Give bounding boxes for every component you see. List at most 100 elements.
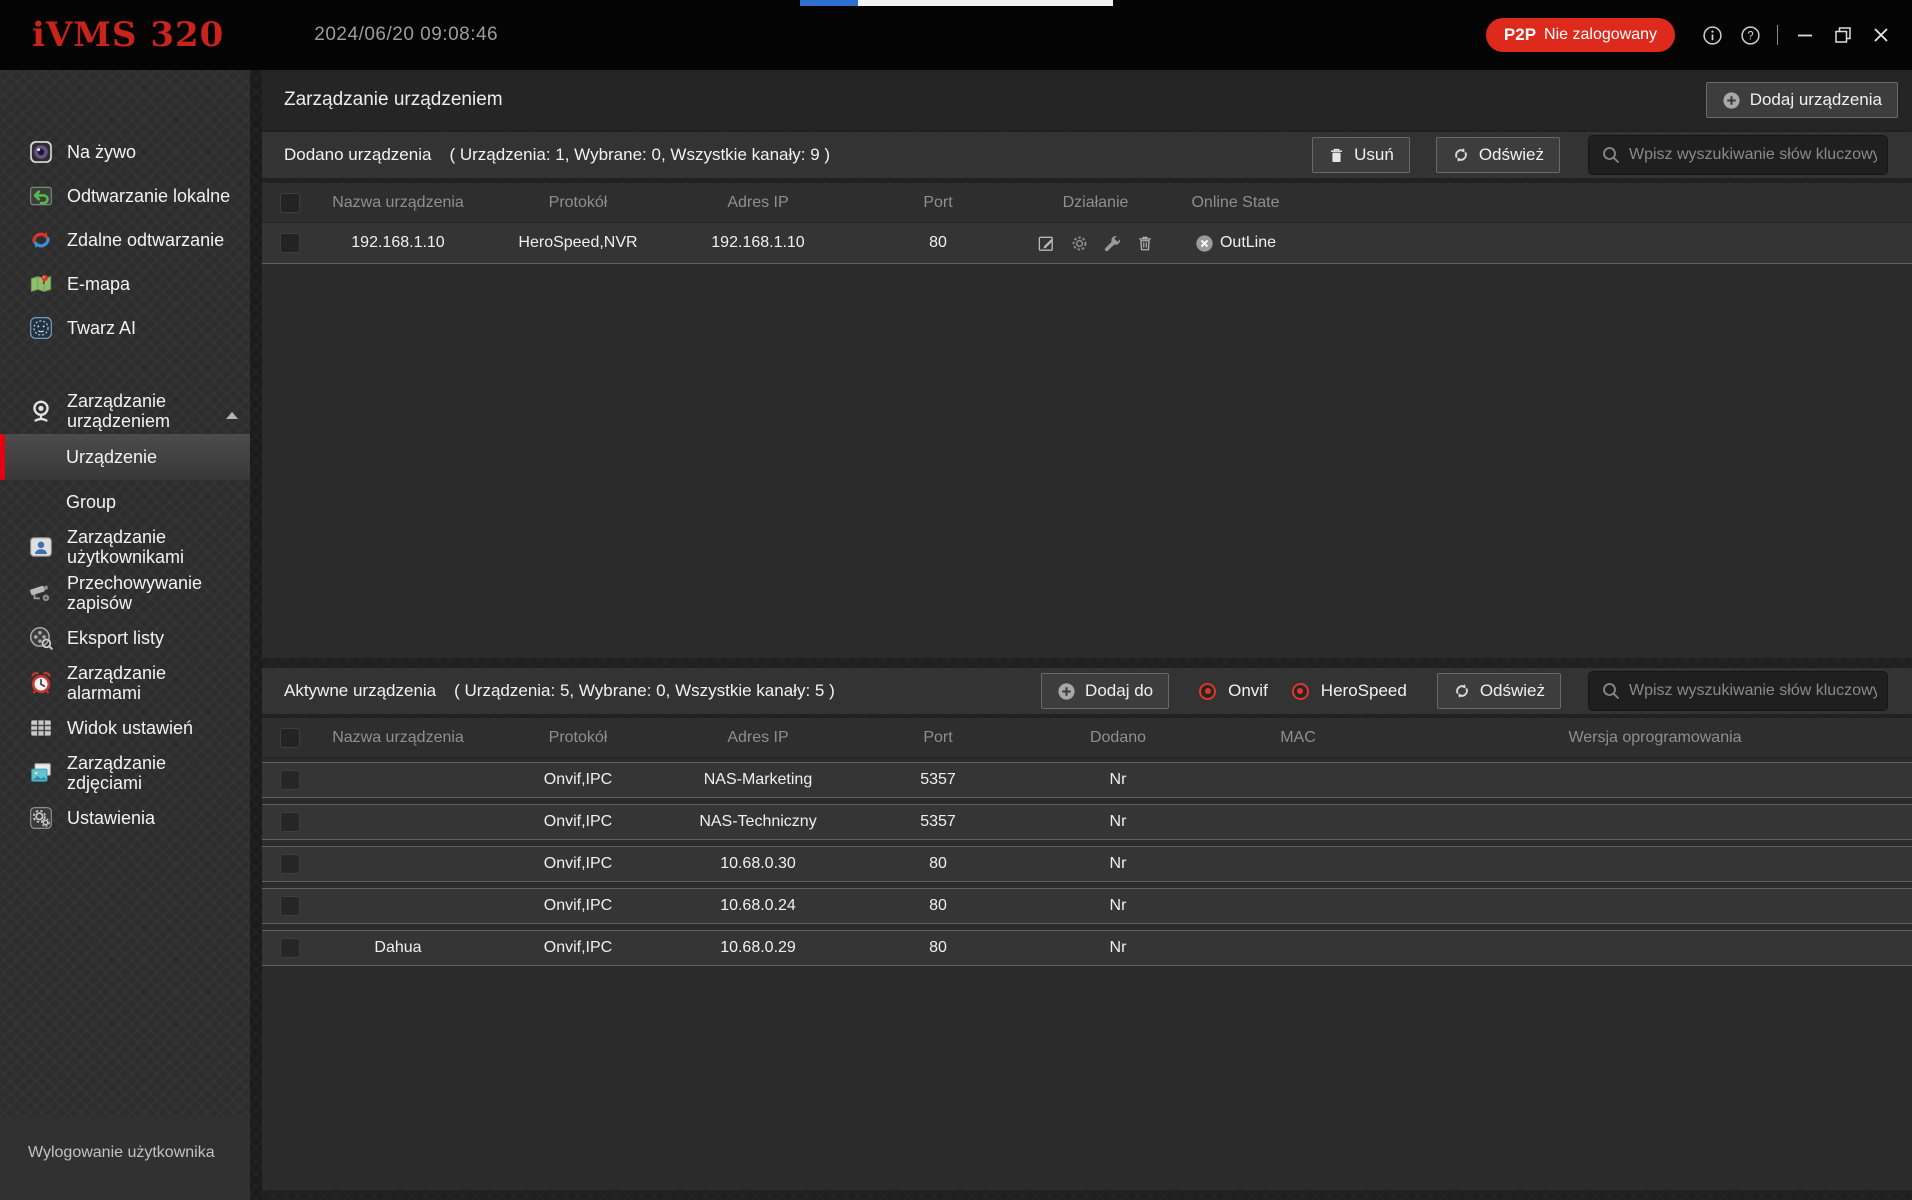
added-table-header: Nazwa urządzenia Protokół Adres IP Port … <box>262 183 1912 223</box>
sidebar-item-face-ai[interactable]: Twarz AI <box>0 306 250 350</box>
offline-icon <box>1195 234 1214 253</box>
col-ip: Adres IP <box>678 718 838 757</box>
settings-icon <box>28 805 54 831</box>
cell-protocol: Onvif,IPC <box>478 931 678 965</box>
search-icon <box>1601 145 1621 165</box>
active-device-row[interactable]: Onvif,IPC NAS-Techniczny 5357 Nr <box>262 804 1912 840</box>
active-devices-title: Aktywne urządzenia <box>284 681 436 701</box>
add-to-button[interactable]: Dodaj do <box>1041 673 1169 709</box>
sidebar-item-live-view[interactable]: Na żywo <box>0 130 250 174</box>
active-devices-table: Nazwa urządzenia Protokół Adres IP Port … <box>262 718 1912 1190</box>
select-all-checkbox[interactable] <box>280 728 300 748</box>
cell-added: Nr <box>1038 805 1198 839</box>
active-search-input[interactable] <box>1621 672 1887 710</box>
col-device-name: Nazwa urządzenia <box>318 718 478 757</box>
restore-button[interactable] <box>1832 24 1854 46</box>
active-device-row[interactable]: Dahua Onvif,IPC 10.68.0.29 80 Nr <box>262 930 1912 966</box>
added-device-row[interactable]: 192.168.1.10 HeroSpeed,NVR 192.168.1.10 … <box>262 223 1912 264</box>
cell-name <box>318 763 478 797</box>
select-all-checkbox[interactable] <box>280 193 300 213</box>
cell-firmware <box>1398 805 1912 839</box>
cell-name <box>318 889 478 923</box>
local-playback-icon <box>28 183 54 209</box>
sidebar-item-label: Odtwarzanie lokalne <box>67 186 230 207</box>
cell-ip: 192.168.1.10 <box>678 223 838 263</box>
p2p-login-button[interactable]: P2P Nie zalogowany <box>1486 18 1675 52</box>
col-port: Port <box>838 183 1038 222</box>
row-checkbox[interactable] <box>280 896 300 916</box>
sidebar-item-local-playback[interactable]: Odtwarzanie lokalne <box>0 174 250 218</box>
cell-ip: 10.68.0.29 <box>678 931 838 965</box>
cell-port: 80 <box>838 889 1038 923</box>
cell-protocol: Onvif,IPC <box>478 763 678 797</box>
help-icon[interactable]: ? <box>1739 24 1761 46</box>
close-button[interactable] <box>1870 24 1892 46</box>
export-list-icon <box>28 625 54 651</box>
onvif-label: Onvif <box>1228 681 1268 701</box>
sidebar-item-label: Zarządzanie urządzeniem <box>67 391 242 431</box>
row-checkbox[interactable] <box>280 233 300 253</box>
cell-ip: NAS-Techniczny <box>678 805 838 839</box>
sidebar-item-alarm-management[interactable]: Zarządzanie alarmami <box>0 660 250 706</box>
added-devices-title: Dodano urządzenia <box>284 145 431 165</box>
sidebar-item-picture-management[interactable]: Zarządzanie zdjęciami <box>0 750 250 796</box>
info-icon[interactable] <box>1701 24 1723 46</box>
added-search-input[interactable] <box>1621 136 1887 174</box>
minimize-button[interactable] <box>1794 24 1816 46</box>
sidebar-item-user-management[interactable]: Zarządzanie użytkownikami <box>0 524 250 570</box>
cell-name: Dahua <box>318 931 478 965</box>
sidebar-item-device[interactable]: Urządzenie <box>0 434 250 480</box>
sidebar-item-group[interactable]: Group <box>0 480 250 524</box>
sidebar-item-emap[interactable]: E-mapa <box>0 262 250 306</box>
active-device-row[interactable]: Onvif,IPC 10.68.0.24 80 Nr <box>262 888 1912 924</box>
trash-icon[interactable] <box>1136 234 1154 253</box>
app-logo: iVMS 320 <box>32 15 224 55</box>
sidebar-item-device-management[interactable]: Zarządzanie urządzeniem <box>0 388 250 434</box>
active-search-box <box>1588 671 1888 711</box>
active-device-row[interactable]: Onvif,IPC NAS-Marketing 5357 Nr <box>262 762 1912 798</box>
refresh-active-button[interactable]: Odśwież <box>1437 673 1561 709</box>
sidebar-item-label: Na żywo <box>67 142 136 163</box>
wrench-icon[interactable] <box>1103 234 1122 253</box>
sidebar-item-label: Eksport listy <box>67 628 164 649</box>
radio-icon <box>1292 683 1309 700</box>
sidebar-item-label: Przechowywanie zapisów <box>67 573 242 613</box>
titlebar-separator <box>1777 25 1778 45</box>
col-ip: Adres IP <box>678 183 838 222</box>
cell-name <box>318 847 478 881</box>
picture-management-icon <box>28 760 54 786</box>
sidebar-item-export-list[interactable]: Eksport listy <box>0 616 250 660</box>
col-online-state: Online State <box>1153 183 1318 222</box>
row-checkbox[interactable] <box>280 854 300 874</box>
remote-playback-icon <box>28 227 54 253</box>
cell-name <box>318 805 478 839</box>
added-devices-summary: ( Urządzenia: 1, Wybrane: 0, Wszystkie k… <box>449 145 830 165</box>
sidebar-item-settings[interactable]: Ustawienia <box>0 796 250 840</box>
add-device-button[interactable]: Dodaj urządzenia <box>1706 82 1898 118</box>
delete-button[interactable]: Usuń <box>1312 137 1410 173</box>
sidebar-item-remote-playback[interactable]: Zdalne odtwarzanie <box>0 218 250 262</box>
sidebar-item-label: Zarządzanie alarmami <box>67 663 242 703</box>
add-to-label: Dodaj do <box>1085 681 1153 701</box>
cell-added: Nr <box>1038 889 1198 923</box>
sidebar-item-record-storage[interactable]: Przechowywanie zapisów <box>0 570 250 616</box>
onvif-radio[interactable]: Onvif <box>1199 681 1268 701</box>
edit-icon[interactable] <box>1038 234 1056 253</box>
delete-label: Usuń <box>1354 145 1394 165</box>
main-content: Zarządzanie urządzeniem Dodaj urządzenia… <box>262 70 1912 1200</box>
status-text: OutLine <box>1220 234 1276 252</box>
logout-link[interactable]: Wylogowanie użytkownika <box>0 1118 250 1162</box>
col-added: Dodano <box>1038 718 1198 757</box>
row-checkbox[interactable] <box>280 770 300 790</box>
refresh-added-button[interactable]: Odśwież <box>1436 137 1560 173</box>
cell-protocol: Onvif,IPC <box>478 889 678 923</box>
row-checkbox[interactable] <box>280 812 300 832</box>
row-checkbox[interactable] <box>280 938 300 958</box>
active-table-header: Nazwa urządzenia Protokół Adres IP Port … <box>262 718 1912 758</box>
gear-icon[interactable] <box>1070 234 1089 253</box>
refresh-label: Odśwież <box>1479 145 1544 165</box>
active-device-row[interactable]: Onvif,IPC 10.68.0.30 80 Nr <box>262 846 1912 882</box>
herospeed-radio[interactable]: HeroSpeed <box>1292 681 1407 701</box>
sidebar-item-view-settings[interactable]: Widok ustawień <box>0 706 250 750</box>
col-device-name: Nazwa urządzenia <box>318 183 478 222</box>
